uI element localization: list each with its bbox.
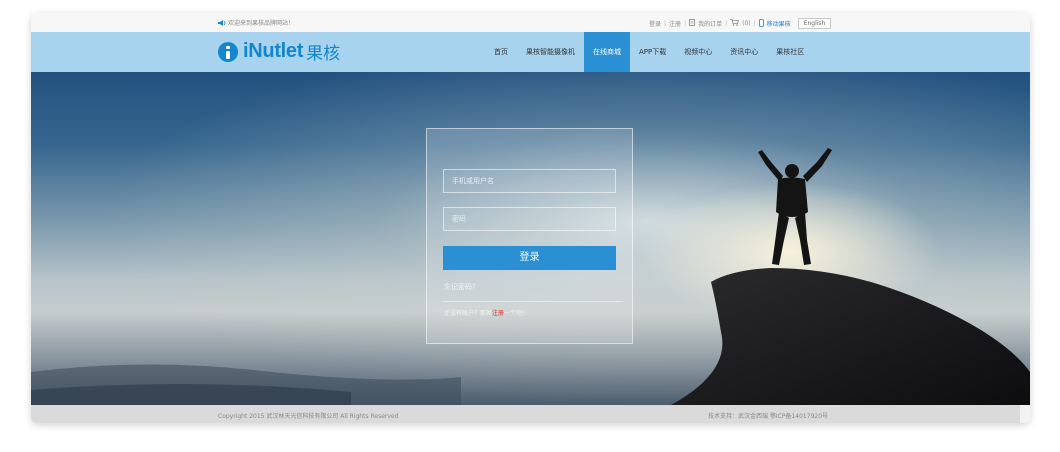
main-navigation: iNutlet 果核 首页 果核智能摄像机 在线商城 APP下载 视频中心 资讯… — [31, 32, 1030, 72]
cart-icon[interactable] — [730, 19, 740, 28]
tech-support-text: 技术支持：武汉金西瑞 鄂ICP备14017920号 — [708, 413, 829, 420]
nav-item-home[interactable]: 首页 — [485, 32, 517, 72]
password-input[interactable]: 密码 — [443, 207, 616, 231]
register-prompt: 还没有账户？那就注册一个吧！ — [444, 308, 528, 317]
welcome-text: 欢迎来到果核品牌网站！ — [228, 20, 295, 27]
login-button[interactable]: 登录 — [443, 246, 616, 270]
no-account-text: 还没有账户？那就 — [444, 310, 493, 317]
username-input[interactable]: 手机或用户名 — [443, 169, 616, 193]
hero-banner: 手机或用户名 密码 登录 忘记密码？ 还没有账户？那就注册一个吧！ — [31, 72, 1030, 405]
forgot-password-link[interactable]: 忘记密码？ — [444, 282, 479, 292]
footer: Copyright 2015 武汉林天光信科技有限公司 All Rights R… — [31, 405, 1020, 423]
speaker-icon — [218, 19, 226, 26]
document-icon — [689, 19, 695, 28]
browser-frame: 欢迎来到果核品牌网站！ 登录 | 注册 | 我的订单 | (0) | 移动果核 … — [31, 13, 1030, 423]
nav-item-camera[interactable]: 果核智能摄像机 — [517, 32, 584, 72]
login-panel: 手机或用户名 密码 登录 忘记密码？ 还没有账户？那就注册一个吧！ — [426, 128, 633, 344]
utility-links: 登录 | 注册 | 我的订单 | (0) | 移动果核 English — [649, 18, 832, 29]
divider — [443, 301, 623, 302]
top-utility-bar: 欢迎来到果核品牌网站！ 登录 | 注册 | 我的订单 | (0) | 移动果核 … — [31, 13, 1030, 33]
cart-count[interactable]: (0) — [742, 20, 751, 27]
no-account-end-text: 一个吧！ — [504, 310, 529, 317]
register-now-link[interactable]: 注册 — [492, 310, 504, 317]
copyright-text: Copyright 2015 武汉林天光信科技有限公司 All Rights R… — [218, 413, 399, 420]
my-orders-link[interactable]: 我的订单 — [698, 19, 722, 28]
welcome-message: 欢迎来到果核品牌网站！ — [218, 18, 294, 27]
logo-text: iNutlet — [243, 40, 304, 62]
brand-logo[interactable]: iNutlet 果核 — [218, 39, 340, 64]
nav-item-community[interactable]: 果核社区 — [767, 32, 813, 72]
nav-item-video[interactable]: 视频中心 — [675, 32, 721, 72]
nav-item-news[interactable]: 资讯中心 — [721, 32, 767, 72]
nav-item-store[interactable]: 在线商城 — [584, 32, 630, 72]
nav-menu: 首页 果核智能摄像机 在线商城 APP下载 视频中心 资讯中心 果核社区 — [485, 32, 813, 72]
mobile-phone-icon — [758, 18, 764, 29]
nav-item-app-download[interactable]: APP下载 — [630, 32, 675, 72]
logo-chinese-text: 果核 — [306, 44, 341, 64]
login-link[interactable]: 登录 — [649, 19, 661, 28]
mobile-site-link[interactable]: 移动果核 — [767, 19, 791, 28]
logo-i-icon — [218, 41, 238, 62]
english-button[interactable]: English — [797, 18, 832, 29]
register-link[interactable]: 注册 — [669, 19, 681, 28]
